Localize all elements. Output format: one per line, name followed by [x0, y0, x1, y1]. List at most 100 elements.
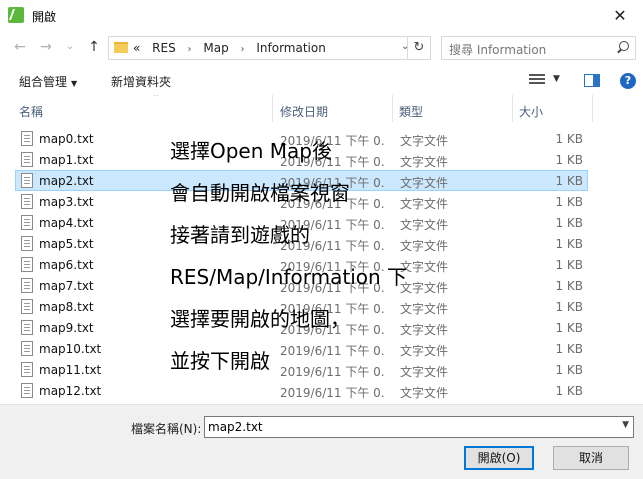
file-type: 文字文件 [400, 239, 449, 253]
file-date: 2019/6/11 下午 0... [280, 365, 384, 379]
open-button[interactable]: 開啟(O) [464, 446, 534, 470]
breadcrumb-res[interactable]: RES [152, 41, 176, 55]
refresh-button[interactable]: ↻ [407, 36, 431, 60]
file-size: 1 KB [555, 279, 583, 293]
column-size-label: 大小 [519, 105, 544, 119]
breadcrumb: « RES › Map › Information [133, 41, 326, 55]
breadcrumb-information[interactable]: Information [256, 41, 325, 55]
chevron-right-icon[interactable]: › [241, 44, 245, 55]
file-size: 1 KB [555, 237, 583, 251]
sort-ascending-icon: ⌃ [152, 95, 160, 103]
filename-value[interactable]: map2.txt [208, 420, 263, 434]
file-row[interactable]: map11.txt 2019/6/11 下午 0... 文字文件 1 KB [15, 359, 588, 380]
help-icon[interactable]: ? [620, 73, 636, 89]
column-date-label: 修改日期 [280, 105, 329, 119]
file-type: 文字文件 [400, 155, 449, 169]
file-size: 1 KB [555, 300, 583, 314]
text-file-icon [21, 173, 33, 188]
file-type: 文字文件 [400, 386, 449, 400]
dialog-footer: 檔案名稱(N): map2.txt ▼ 開啟(O) 取消 [0, 404, 643, 479]
file-size: 1 KB [555, 384, 583, 398]
file-name: map5.txt [39, 237, 94, 251]
file-size: 1 KB [555, 342, 583, 356]
file-size: 1 KB [555, 363, 583, 377]
column-date[interactable]: 修改日期 [273, 95, 393, 122]
text-file-icon [21, 215, 33, 230]
file-type: 文字文件 [400, 218, 449, 232]
chevron-down-icon[interactable]: ▼ [622, 420, 629, 430]
vertical-scrollbar[interactable] [627, 95, 643, 404]
file-name: map2.txt [39, 174, 94, 188]
file-name: map1.txt [39, 153, 94, 167]
back-button[interactable]: ← [10, 37, 30, 57]
file-name: map4.txt [39, 216, 94, 230]
instruction-line-4: RES/Map/Information 下 [170, 265, 408, 289]
column-size[interactable]: 大小 [513, 95, 593, 122]
command-bar: 組合管理 ▼ 新增資料夾 ▼ ? [0, 65, 643, 95]
file-type: 文字文件 [400, 365, 449, 379]
close-button[interactable]: ✕ [597, 0, 643, 31]
column-type-label: 類型 [399, 105, 424, 119]
instruction-line-5: 選擇要開啟的地圖， [170, 307, 350, 331]
instruction-line-1: 選擇Open Map後 [170, 139, 332, 163]
address-bar[interactable]: « RES › Map › Information ⌄ [108, 36, 409, 60]
breadcrumb-overflow[interactable]: « [133, 41, 140, 55]
file-list: 名稱 ⌃ 修改日期 類型 大小 map0.txt 2019/6/11 下午 0..… [0, 95, 643, 404]
file-size: 1 KB [555, 321, 583, 335]
organize-button[interactable]: 組合管理 ▼ [19, 73, 77, 90]
file-name: map9.txt [39, 321, 94, 335]
file-size: 1 KB [555, 258, 583, 272]
view-options-icon[interactable] [529, 74, 545, 86]
file-size: 1 KB [555, 195, 583, 209]
text-file-icon [21, 320, 33, 335]
file-size: 1 KB [555, 216, 583, 230]
chevron-right-icon[interactable]: › [188, 44, 192, 55]
search-icon [617, 41, 629, 53]
file-type: 文字文件 [400, 176, 449, 190]
preview-pane-icon[interactable] [584, 74, 600, 87]
breadcrumb-map[interactable]: Map [203, 41, 228, 55]
file-name: map0.txt [39, 132, 94, 146]
title-bar: 開啟 ✕ [0, 0, 643, 31]
instruction-line-3: 接著請到遊戲的 [170, 223, 310, 247]
text-file-icon [21, 257, 33, 272]
file-name: map6.txt [39, 258, 94, 272]
caret-down-icon: ▼ [71, 79, 78, 88]
search-input[interactable]: 搜尋 Information [441, 36, 636, 60]
text-file-icon [21, 131, 33, 146]
file-name: map12.txt [39, 384, 102, 398]
up-button[interactable]: ↑ [84, 37, 104, 57]
text-file-icon [21, 278, 33, 293]
cancel-button[interactable]: 取消 [553, 446, 629, 470]
file-size: 1 KB [555, 132, 583, 146]
column-name[interactable]: 名稱 ⌃ [15, 95, 273, 122]
file-size: 1 KB [555, 153, 583, 167]
text-file-icon [21, 152, 33, 167]
file-type: 文字文件 [400, 260, 449, 274]
recent-locations-button[interactable]: ⌄ [60, 37, 80, 57]
forward-button[interactable]: → [36, 37, 56, 57]
organize-label: 組合管理 [19, 75, 68, 89]
search-placeholder: 搜尋 Information [449, 43, 547, 57]
window-title: 開啟 [32, 10, 57, 24]
instruction-line-6: 並按下開啟 [170, 349, 270, 373]
file-type: 文字文件 [400, 344, 449, 358]
file-date: 2019/6/11 下午 0... [280, 386, 384, 400]
file-row[interactable]: map12.txt 2019/6/11 下午 0... 文字文件 1 KB [15, 380, 588, 401]
caret-down-icon[interactable]: ▼ [553, 74, 560, 84]
folder-icon [114, 42, 128, 53]
file-type: 文字文件 [400, 323, 449, 337]
file-date: 2019/6/11 下午 0... [280, 344, 384, 358]
file-size: 1 KB [555, 174, 583, 188]
column-name-label: 名稱 [19, 105, 44, 119]
app-icon [8, 7, 24, 23]
file-name: map10.txt [39, 342, 102, 356]
file-type: 文字文件 [400, 302, 449, 316]
file-name: map8.txt [39, 300, 94, 314]
column-type[interactable]: 類型 [393, 95, 513, 122]
file-row[interactable]: map10.txt 2019/6/11 下午 0... 文字文件 1 KB [15, 338, 588, 359]
new-folder-button[interactable]: 新增資料夾 [111, 73, 171, 90]
file-name: map11.txt [39, 363, 102, 377]
filename-field[interactable]: map2.txt ▼ [204, 416, 634, 438]
text-file-icon [21, 236, 33, 251]
